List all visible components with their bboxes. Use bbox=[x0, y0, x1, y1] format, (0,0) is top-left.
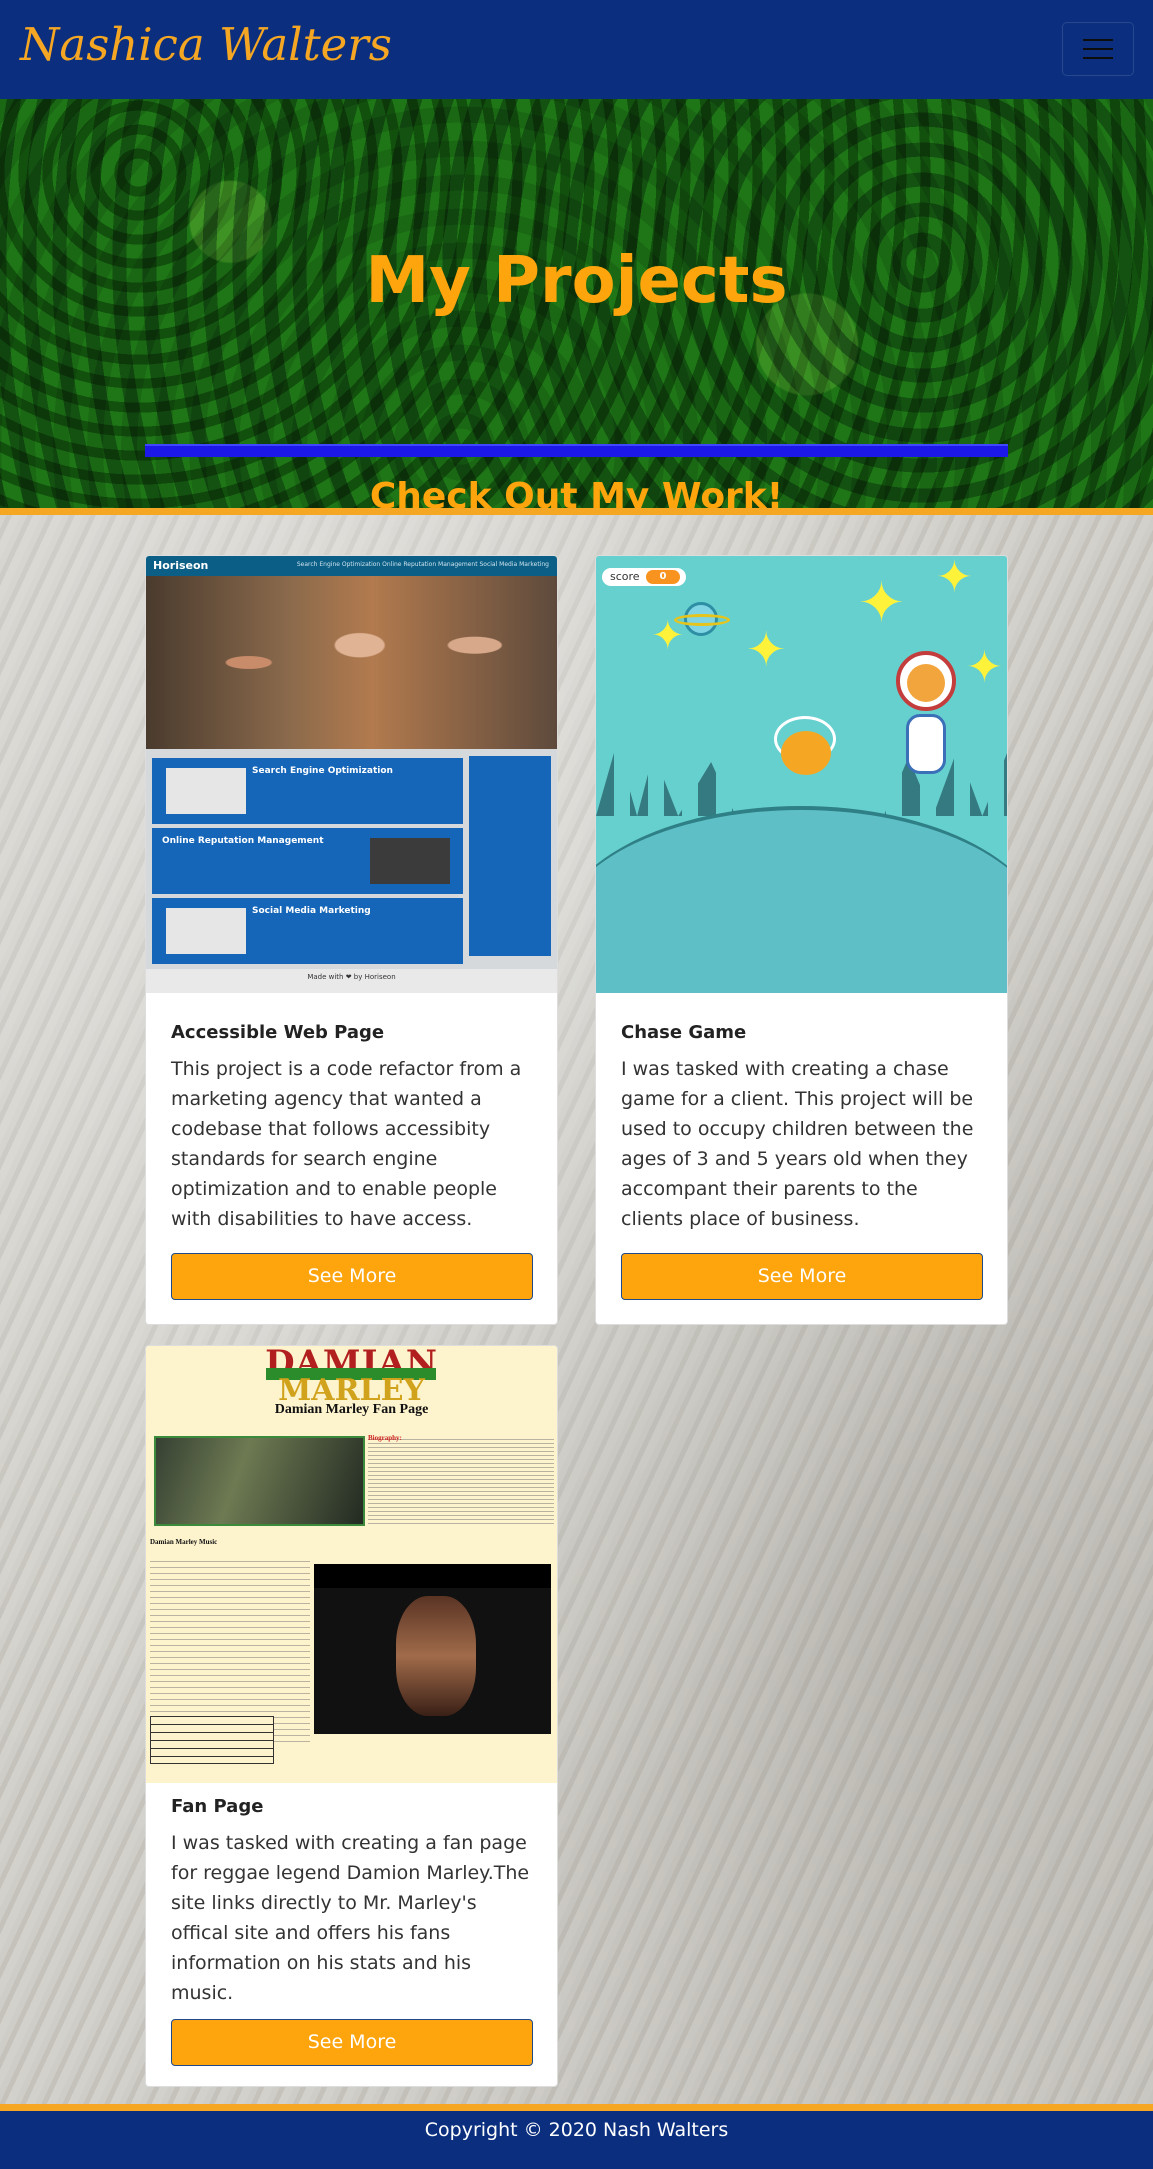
see-more-button[interactable]: See More bbox=[621, 1253, 983, 1300]
score-value: 0 bbox=[646, 570, 680, 584]
thumb-hero-photo bbox=[146, 576, 557, 749]
thumb-nav-links: Search Engine Optimization Online Reputa… bbox=[296, 561, 549, 568]
project-description: I was tasked with creating a fan page fo… bbox=[171, 1832, 530, 2004]
hero-bottom-border bbox=[0, 508, 1153, 515]
star-icon: ✦ bbox=[936, 556, 973, 603]
thumb-music-heading: Damian Marley Music bbox=[150, 1538, 218, 1546]
thumb-bio-text bbox=[368, 1436, 554, 1526]
score-display: score 0 bbox=[602, 568, 686, 586]
project-card-fan-page: DAMIAN MARLEY Damian Marley Fan Page Bio… bbox=[145, 1345, 558, 2087]
page-subtitle: Check Out My Work! bbox=[369, 476, 784, 509]
project-card-chase-game: ✦ ✦ ✦ ✦ ✦ score 0 Chase Game I was taske… bbox=[595, 555, 1008, 1325]
thumb-footer: Made with ❤ by Horiseon bbox=[146, 969, 557, 993]
hamburger-bar bbox=[1083, 39, 1113, 41]
thumb-block-image bbox=[166, 768, 246, 814]
project-title: Fan Page bbox=[171, 1796, 264, 1817]
page-title: My Projects bbox=[365, 244, 788, 318]
hamburger-bar bbox=[1083, 48, 1113, 50]
navbar: Nashica Walters bbox=[0, 0, 1153, 99]
see-more-button[interactable]: See More bbox=[171, 2019, 533, 2066]
thumb-sidebar bbox=[469, 756, 551, 956]
star-icon: ✦ bbox=[746, 622, 787, 678]
thumb-video-face bbox=[396, 1596, 476, 1716]
thumb-block-title: Social Media Marketing bbox=[252, 906, 371, 916]
copyright-text: Copyright © 2020 Nash Walters bbox=[424, 2119, 729, 2141]
thumb-logo: Horiseon bbox=[153, 559, 209, 572]
project-title: Accessible Web Page bbox=[171, 1022, 385, 1043]
star-icon: ✦ bbox=[966, 642, 1003, 693]
project-card-accessible-web-page: Horiseon Search Engine Optimization Onli… bbox=[145, 555, 558, 1325]
footer-top-border bbox=[0, 2104, 1153, 2111]
thumb-block-title: Online Reputation Management bbox=[162, 836, 324, 846]
thumb-block-image bbox=[166, 908, 246, 954]
footer: Copyright © 2020 Nash Walters bbox=[0, 2111, 1153, 2169]
hero-divider bbox=[145, 444, 1008, 457]
thumb-block: Online Reputation Management bbox=[152, 828, 463, 894]
astronaut-body-icon bbox=[906, 714, 946, 774]
project-description: This project is a code refactor from a m… bbox=[171, 1058, 522, 1230]
star-icon: ✦ bbox=[858, 571, 905, 636]
dog-character-icon bbox=[781, 731, 831, 775]
project-description: I was tasked with creating a chase game … bbox=[621, 1058, 974, 1230]
thumb-bio-heading: Biography: bbox=[368, 1434, 402, 1442]
astronaut-face-icon bbox=[907, 664, 945, 702]
thumb-navbar: Horiseon Search Engine Optimization Onli… bbox=[146, 556, 557, 576]
game-ground bbox=[596, 806, 1007, 993]
project-thumbnail-fan-page[interactable]: DAMIAN MARLEY Damian Marley Fan Page Bio… bbox=[146, 1346, 557, 1783]
thumb-block-image bbox=[370, 838, 450, 884]
thumb-block: Search Engine Optimization bbox=[152, 758, 463, 824]
thumb-page-title: Damian Marley Fan Page bbox=[274, 1402, 429, 1417]
thumb-block: Social Media Marketing bbox=[152, 898, 463, 964]
score-label: score bbox=[610, 570, 640, 583]
hamburger-bar bbox=[1083, 57, 1113, 59]
thumb-video-banner bbox=[314, 1564, 551, 1588]
star-icon: ✦ bbox=[651, 613, 685, 659]
project-thumbnail-chase-game[interactable]: ✦ ✦ ✦ ✦ ✦ score 0 bbox=[596, 556, 1007, 993]
thumb-album-table bbox=[150, 1716, 274, 1764]
projects-section: Horiseon Search Engine Optimization Onli… bbox=[0, 515, 1153, 2104]
thumb-block-title: Search Engine Optimization bbox=[252, 766, 393, 776]
hamburger-menu-icon[interactable] bbox=[1062, 22, 1134, 76]
thumb-artist-photo bbox=[154, 1436, 365, 1526]
hero-banner: My Projects Check Out My Work! bbox=[0, 99, 1153, 508]
see-more-button[interactable]: See More bbox=[171, 1253, 533, 1300]
project-thumbnail-web-page[interactable]: Horiseon Search Engine Optimization Onli… bbox=[146, 556, 557, 993]
project-title: Chase Game bbox=[621, 1022, 747, 1043]
brand-logo-text[interactable]: Nashica Walters bbox=[20, 18, 392, 71]
